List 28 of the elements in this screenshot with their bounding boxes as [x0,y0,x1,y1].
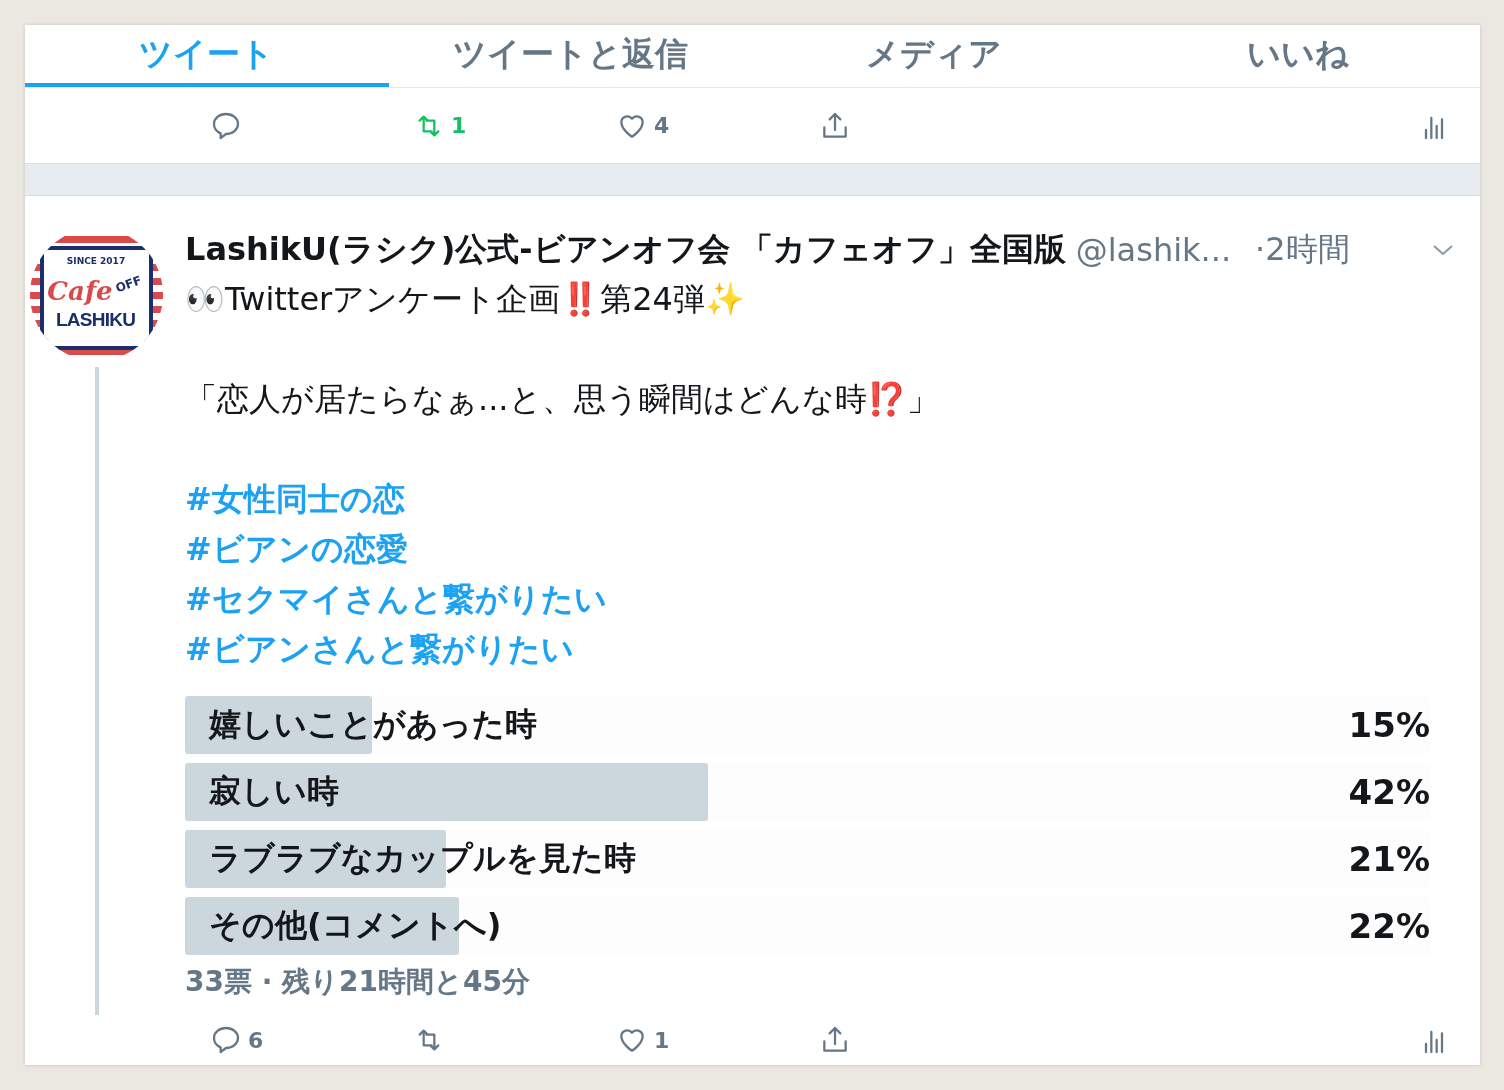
hashtag-link[interactable]: #ビアンさんと繋がりたい [185,624,574,674]
author-handle: @lashik... [1075,231,1232,269]
profile-tab[interactable]: いいね [1116,25,1480,87]
tweet-time[interactable]: ·2時間 [1255,228,1350,272]
poll-percent: 42% [1348,772,1430,812]
action-count: 4 [654,113,670,138]
action-count: 1 [451,113,467,138]
profile-tab[interactable]: メディア [752,25,1117,87]
poll-option: 嬉しいことがあった時 [185,703,537,747]
poll-option: ラブラブなカップルを見た時 [185,837,636,881]
profile-tab[interactable]: ツイート [25,25,389,87]
poll-option: その他(コメントへ) [185,904,502,948]
hashtag-link[interactable]: #女性同士の恋 [185,474,405,524]
tweet-text: 👀Twitterアンケート企画‼第24弾✨ [185,279,746,320]
author-name[interactable]: LashikU(ラシク)公式-ビアンオフ会 「カフェオフ」全国版 [185,228,1066,272]
tweet-text: 「恋人が居たらなぁ...と、思う瞬間はどんな時⁉」 [185,379,940,420]
poll-option: 寂しい時 [185,770,339,814]
poll-percent: 21% [1348,839,1430,879]
profile-tab[interactable]: ツイートと返信 [388,25,753,87]
poll-percent: 15% [1348,705,1430,745]
action-count: 1 [654,1027,670,1053]
action-count: 6 [248,1027,264,1053]
hashtag-link[interactable]: #セクマイさんと繋がりたい [185,574,607,624]
chevron-down-icon[interactable] [1432,243,1454,257]
poll-summary: 33票 · 残り21時間と45分 [185,964,532,1000]
hashtag-link[interactable]: #ビアンの恋愛 [185,524,408,574]
reply-icon[interactable] [210,1024,242,1056]
poll-percent: 22% [1348,906,1430,946]
